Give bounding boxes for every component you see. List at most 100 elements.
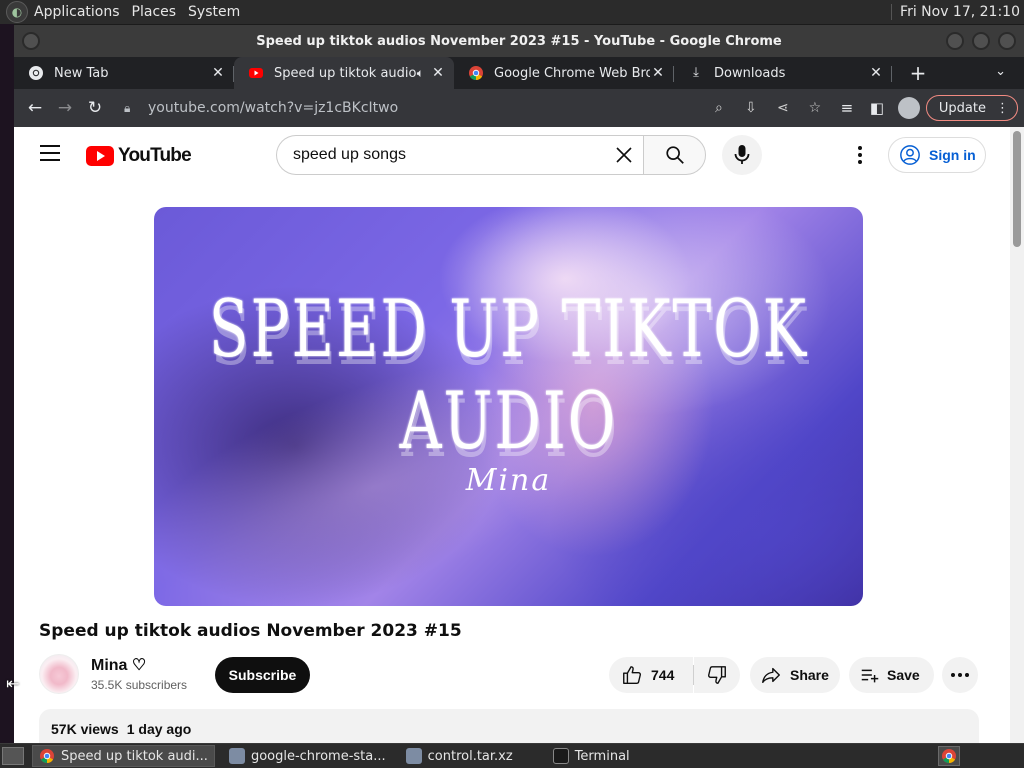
chrome-icon	[942, 749, 956, 764]
page-scrollbar[interactable]	[1010, 127, 1024, 743]
account-icon	[900, 145, 920, 165]
speaker-icon[interactable]: 🔈︎	[417, 66, 424, 81]
hamburger-menu-icon[interactable]	[40, 145, 60, 161]
tab-label: Downloads	[714, 65, 786, 81]
microphone-icon	[734, 145, 750, 164]
tab-label: Speed up tiktok audios	[274, 65, 417, 81]
new-tab-button[interactable]: +	[904, 59, 932, 87]
voice-search-button[interactable]	[722, 135, 762, 175]
show-desktop-icon[interactable]	[2, 747, 24, 765]
bottom-taskbar: Speed up tiktok audi... google-chrome-st…	[0, 743, 1024, 768]
youtube-logo-text: YouTube	[118, 145, 192, 166]
taskbar-item-chrome[interactable]: Speed up tiktok audi...	[32, 745, 215, 767]
taskbar-item-label: google-chrome-sta...	[250, 748, 386, 764]
search-button[interactable]	[643, 135, 706, 175]
close-window-button[interactable]	[998, 32, 1016, 50]
youtube-play-icon	[86, 146, 114, 166]
zoom-icon[interactable]: ⌕	[706, 100, 732, 116]
sign-in-label: Sign in	[929, 147, 976, 163]
chrome-icon	[29, 66, 43, 80]
like-button[interactable]: 744	[609, 657, 693, 693]
tab-label: Google Chrome Web Brow	[494, 65, 650, 81]
places-menu[interactable]: Places	[132, 4, 177, 20]
thumbs-down-icon	[708, 666, 726, 684]
tab-downloads[interactable]: ⤓ Downloads ✕	[674, 57, 892, 89]
playlist-add-icon	[861, 669, 879, 683]
video-title: Speed up tiktok audios November 2023 #15	[39, 621, 462, 641]
channel-avatar[interactable]	[39, 654, 79, 694]
tab-chrome-web-store[interactable]: Google Chrome Web Brow ✕	[454, 57, 674, 89]
top-panel: ◐ Applications Places System Fri Nov 17,…	[0, 0, 1024, 24]
video-overlay-artist: Mina	[465, 463, 552, 498]
video-overlay-title: SPEED UP TIKTOK AUDIO	[208, 283, 809, 467]
kebab-menu-icon: ⋮	[996, 100, 1009, 116]
youtube-logo[interactable]: YouTube	[86, 145, 192, 167]
search-icon	[665, 146, 684, 164]
close-tab-icon[interactable]: ✕	[868, 65, 884, 81]
side-panel-icon[interactable]: ◧	[862, 93, 892, 123]
subscribe-button[interactable]: Subscribe	[215, 657, 310, 693]
page-viewport[interactable]: YouTube Si	[14, 127, 1024, 743]
forward-button[interactable]: →	[50, 93, 80, 123]
back-button[interactable]: ←	[20, 93, 50, 123]
share-icon[interactable]: ⋖	[770, 100, 796, 116]
update-label: Update	[938, 100, 986, 116]
taskbar-item-label: control.tar.xz	[427, 748, 513, 764]
archive-icon	[405, 748, 422, 764]
address-bar[interactable]: 🔒︎ youtube.com/watch?v=jz1cBKcItwo ⌕ ⇩ ⋖…	[118, 93, 828, 123]
subscriber-count: 35.5K subscribers	[91, 678, 188, 692]
media-controls-icon[interactable]: ≡	[832, 93, 862, 123]
dislike-button[interactable]	[694, 657, 740, 693]
profile-avatar[interactable]	[897, 97, 920, 119]
maximize-button[interactable]	[972, 32, 990, 50]
applications-menu[interactable]: Applications	[34, 4, 120, 20]
window-titlebar[interactable]: Speed up tiktok audios November 2023 #15…	[14, 25, 1024, 57]
desktop-background	[0, 24, 14, 744]
like-count: 744	[651, 667, 675, 683]
tab-new-tab[interactable]: New Tab ✕	[14, 57, 234, 89]
taskbar-item-terminal[interactable]: Terminal	[547, 745, 636, 767]
tab-search-chevron-icon[interactable]: ⌄	[995, 64, 1006, 79]
tab-label: New Tab	[54, 65, 109, 81]
window-title: Speed up tiktok audios November 2023 #15…	[256, 33, 782, 49]
description-box[interactable]: 57K views 1 day ago	[39, 709, 979, 743]
more-actions-icon[interactable]	[942, 657, 978, 693]
share-button[interactable]: Share	[750, 657, 840, 693]
thumbs-up-icon	[623, 666, 641, 684]
tab-separator	[891, 66, 892, 82]
tab-youtube-video[interactable]: Speed up tiktok audios 🔈︎ ✕	[234, 57, 454, 89]
bookmark-star-icon[interactable]: ☆	[802, 100, 828, 116]
reload-button[interactable]: ↻	[80, 93, 110, 123]
settings-kebab-icon[interactable]	[850, 143, 870, 167]
close-tab-icon[interactable]: ✕	[210, 65, 226, 81]
browser-toolbar: ← → ↻ 🔒︎ youtube.com/watch?v=jz1cBKcItwo…	[14, 89, 1024, 127]
system-menu[interactable]: System	[188, 4, 240, 20]
url-text[interactable]: youtube.com/watch?v=jz1cBKcItwo	[148, 100, 398, 116]
sign-in-button[interactable]: Sign in	[888, 137, 986, 173]
minimize-button[interactable]	[946, 32, 964, 50]
chrome-icon	[40, 749, 54, 764]
distro-logo-icon[interactable]: ◐	[6, 1, 28, 23]
taskbar-item-archive[interactable]: google-chrome-sta...	[223, 745, 392, 767]
workspace-switcher[interactable]	[938, 746, 960, 766]
taskbar-item-control-archive[interactable]: control.tar.xz	[400, 745, 519, 767]
upload-date: 1 day ago	[126, 721, 192, 737]
clear-search-icon[interactable]	[612, 143, 636, 167]
channel-name[interactable]: Mina ♡	[91, 655, 146, 675]
save-button[interactable]: Save	[849, 657, 934, 693]
share-label: Share	[790, 667, 829, 683]
search-input[interactable]	[293, 146, 593, 164]
search-box[interactable]	[276, 135, 644, 175]
scrollbar-thumb[interactable]	[1013, 131, 1021, 247]
lock-icon[interactable]: 🔒︎	[124, 101, 138, 116]
video-player[interactable]: SPEED UP TIKTOK AUDIO Mina	[154, 207, 863, 606]
close-tab-icon[interactable]: ✕	[430, 65, 446, 81]
archive-icon	[228, 748, 245, 764]
panel-clock[interactable]: Fri Nov 17, 21:10	[891, 4, 1020, 20]
window-menu-button[interactable]	[22, 32, 40, 50]
chrome-window: Speed up tiktok audios November 2023 #15…	[14, 25, 1024, 743]
terminal-icon	[552, 748, 569, 764]
close-tab-icon[interactable]: ✕	[650, 65, 666, 81]
install-app-icon[interactable]: ⇩	[738, 100, 764, 116]
update-button[interactable]: Update ⋮	[925, 95, 1018, 121]
